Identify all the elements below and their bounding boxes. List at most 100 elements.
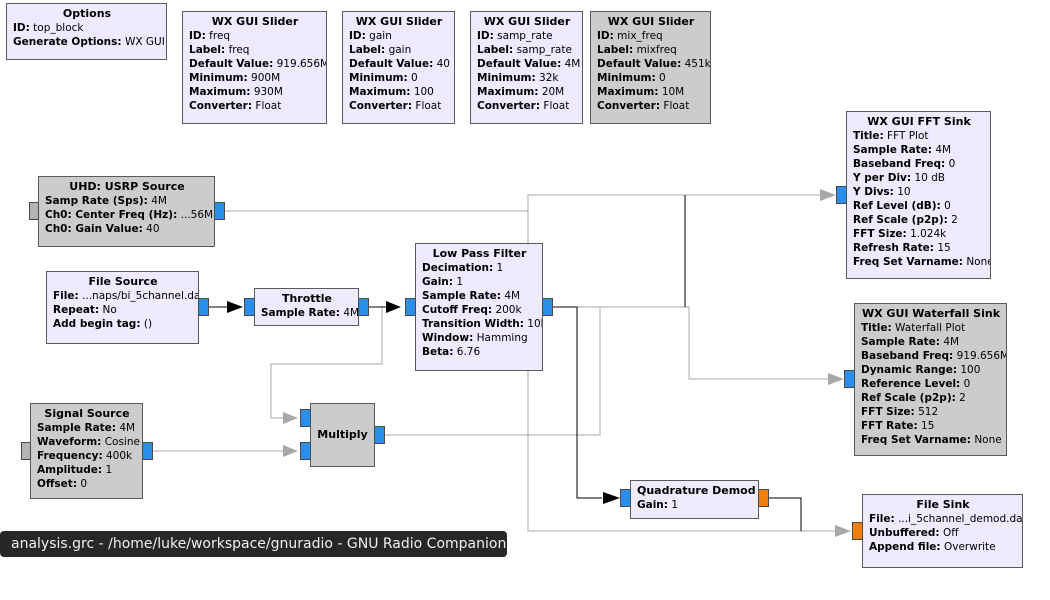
param-value: WX GUI bbox=[124, 36, 165, 48]
block-param: Amplitude: 1 bbox=[37, 463, 137, 477]
param-key: ID: bbox=[349, 30, 366, 42]
file-sink-in-port[interactable] bbox=[852, 522, 863, 540]
slider-samp-rate-block[interactable]: WX GUI Slider ID: samp_rate Label: samp_ra… bbox=[470, 11, 583, 124]
arrow-head bbox=[227, 301, 243, 313]
block-param: Ref Scale (p2p): 2 bbox=[853, 213, 985, 227]
block-param: Sample Rate: 4M bbox=[853, 143, 985, 157]
param-value: 15 bbox=[937, 242, 951, 254]
lpf-in-port[interactable] bbox=[405, 298, 416, 316]
param-key: Ref Scale (p2p): bbox=[853, 214, 948, 226]
param-key: Ref Scale (p2p): bbox=[861, 392, 956, 404]
multiply-in0-port[interactable] bbox=[300, 409, 311, 427]
throttle-in-port[interactable] bbox=[244, 298, 255, 316]
param-value: mixfreq bbox=[636, 44, 677, 56]
param-key: Baseband Freq: bbox=[861, 350, 954, 362]
block-param: Beta: 6.76 bbox=[422, 345, 537, 359]
param-key: Label: bbox=[189, 44, 226, 56]
file-source-out-port[interactable] bbox=[198, 298, 209, 316]
fft-sink-block[interactable]: WX GUI FFT Sink Title: FFT Plot Sample Rat… bbox=[846, 111, 991, 279]
block-title: WX GUI Slider bbox=[211, 15, 299, 28]
param-key: Baseband Freq: bbox=[853, 158, 946, 170]
block-title: WX GUI Slider bbox=[355, 15, 443, 28]
param-value: Float bbox=[543, 100, 570, 112]
fft-sink-in-port[interactable] bbox=[836, 186, 847, 204]
param-key: Title: bbox=[853, 130, 884, 142]
param-value: 4M bbox=[935, 144, 952, 156]
multiply-block[interactable]: Multiply bbox=[310, 403, 375, 467]
block-param: Converter: Float bbox=[477, 99, 577, 113]
param-value: 1 bbox=[105, 464, 113, 476]
param-value: freq bbox=[209, 30, 231, 42]
block-param: Samp Rate (Sps): 4M bbox=[45, 194, 209, 208]
param-key: Decimation: bbox=[422, 262, 494, 274]
block-param: Title: FFT Plot bbox=[853, 129, 985, 143]
quadrature-demod-block[interactable]: Quadrature Demod Gain: 1 bbox=[630, 480, 759, 519]
block-param: ID: top_block bbox=[13, 21, 161, 35]
block-param: Frequency: 400k bbox=[37, 449, 137, 463]
param-value: 919.656M bbox=[956, 350, 1007, 362]
waterfall-sink-block[interactable]: WX GUI Waterfall Sink Title: Waterfall Pl… bbox=[854, 303, 1007, 456]
param-value: FFT Plot bbox=[887, 130, 929, 142]
quad-demod-out-port[interactable] bbox=[758, 489, 769, 507]
block-param: Maximum: 10M bbox=[597, 85, 705, 99]
block-param: Default Value: 451k bbox=[597, 57, 710, 71]
block-param: Append file: Overwrite bbox=[869, 540, 1017, 554]
file-source-block[interactable]: File Source File: ...naps/bi_5channel.dat… bbox=[46, 271, 199, 344]
param-key: Maximum: bbox=[349, 86, 411, 98]
arrow-head bbox=[603, 492, 620, 504]
param-value: 4M bbox=[343, 307, 359, 319]
slider-freq-block[interactable]: WX GUI Slider ID: freq Label: freq Default … bbox=[182, 11, 327, 124]
param-key: ID: bbox=[189, 30, 206, 42]
param-value: 4M bbox=[564, 58, 581, 70]
low-pass-filter-block[interactable]: Low Pass Filter Decimation: 1 Gain: 1 Sampl… bbox=[415, 243, 543, 371]
block-param: Sample Rate: 4M bbox=[861, 335, 1001, 349]
param-value: 0 bbox=[963, 378, 971, 390]
param-key: Add begin tag: bbox=[53, 318, 141, 330]
block-param: Converter: Float bbox=[349, 99, 449, 113]
block-title: Throttle bbox=[281, 292, 333, 305]
param-value: 40 bbox=[436, 58, 450, 70]
usrp-source-block[interactable]: UHD: USRP Source Samp Rate (Sps): 4M Ch0: … bbox=[38, 176, 215, 247]
block-title: File Source bbox=[88, 275, 158, 288]
signal-source-block[interactable]: Signal Source Sample Rate: 4M Waveform: Co… bbox=[30, 403, 143, 499]
block-param: Label: freq bbox=[189, 43, 321, 57]
param-key: Default Value: bbox=[597, 58, 682, 70]
block-param: Default Value: 4M bbox=[477, 57, 580, 71]
block-param: Label: mixfreq bbox=[597, 43, 705, 57]
param-key: Freq Set Varname: bbox=[853, 256, 963, 268]
param-value: Float bbox=[255, 100, 282, 112]
multiply-out-port[interactable] bbox=[374, 426, 385, 444]
param-key: Converter: bbox=[597, 100, 661, 112]
throttle-out-port[interactable] bbox=[358, 298, 369, 316]
signal-source-left-port[interactable] bbox=[21, 442, 31, 460]
param-key: Dynamic Range: bbox=[861, 364, 958, 376]
param-value: No bbox=[102, 304, 117, 316]
block-param: FFT Size: 512 bbox=[861, 405, 1001, 419]
param-key: Window: bbox=[422, 332, 474, 344]
options-block[interactable]: Options ID: top_block Generate Options: WX… bbox=[6, 3, 167, 60]
param-value: 100 bbox=[960, 364, 981, 376]
arrow-head bbox=[283, 412, 298, 424]
block-param: Sample Rate: 4M bbox=[422, 289, 537, 303]
param-key: Frequency: bbox=[37, 450, 103, 462]
multiply-in1-port[interactable] bbox=[300, 442, 311, 460]
param-value: 200k bbox=[495, 304, 522, 316]
waterfall-sink-in-port[interactable] bbox=[844, 370, 855, 388]
block-param: Minimum: 0 bbox=[349, 71, 449, 85]
usrp-source-left-port[interactable] bbox=[29, 202, 39, 220]
param-key: ID: bbox=[477, 30, 494, 42]
lpf-out-port[interactable] bbox=[542, 298, 553, 316]
block-param: Freq Set Varname: None bbox=[861, 433, 1002, 447]
throttle-block[interactable]: Throttle Sample Rate: 4M bbox=[254, 288, 359, 326]
param-key: Sample Rate: bbox=[261, 307, 340, 319]
quad-demod-in-port[interactable] bbox=[620, 489, 631, 507]
slider-mix-freq-block[interactable]: WX GUI Slider ID: mix_freq Label: mixfreq D… bbox=[590, 11, 711, 124]
param-key: Minimum: bbox=[349, 72, 408, 84]
signal-source-out-port[interactable] bbox=[142, 442, 153, 460]
param-key: Default Value: bbox=[189, 58, 274, 70]
slider-gain-block[interactable]: WX GUI Slider ID: gain Label: gain Default … bbox=[342, 11, 455, 124]
param-key: Y per Div: bbox=[853, 172, 912, 184]
param-value: 40 bbox=[146, 223, 160, 235]
file-sink-block[interactable]: File Sink File: ...i_5channel_demod.dat Un… bbox=[862, 494, 1023, 568]
usrp-source-out-port[interactable] bbox=[214, 202, 225, 220]
